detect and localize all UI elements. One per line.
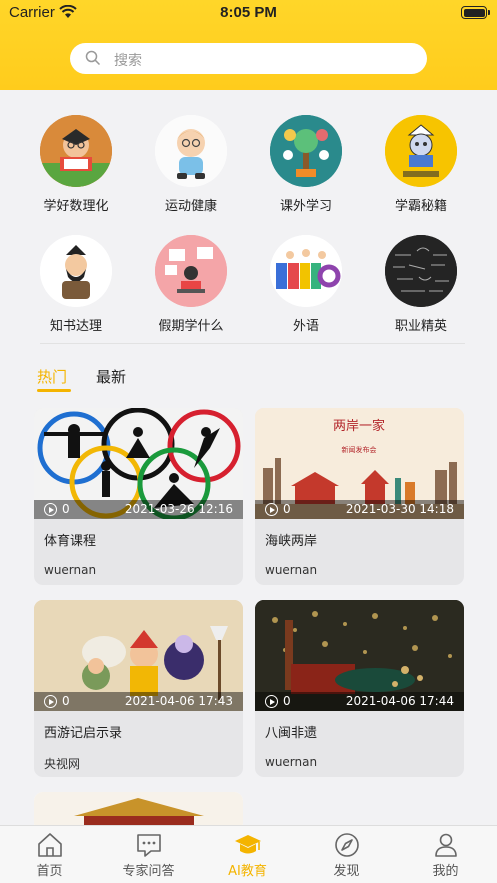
learning-tree-icon xyxy=(270,115,342,187)
search-input[interactable]: 搜索 xyxy=(70,43,427,74)
view-count: 0 xyxy=(62,502,70,516)
clock: 8:05 PM xyxy=(220,4,277,21)
tab-bar: 首页 专家问答 AI教育 发现 我的 xyxy=(0,825,497,883)
tabbar-expert-qa[interactable]: 专家问答 xyxy=(99,826,198,879)
tabbar-label: 首页 xyxy=(36,864,63,879)
tabbar-label: 专家问答 xyxy=(122,864,175,879)
video-title: 海峡两岸 xyxy=(265,534,318,549)
category-language[interactable]: 外语 xyxy=(251,235,361,334)
sage-icon xyxy=(40,235,112,307)
category-label: 职业精英 xyxy=(394,319,447,334)
category-label: 外语 xyxy=(292,319,319,334)
tabbar-label: AI教育 xyxy=(228,864,267,879)
video-author: wuernan xyxy=(265,755,318,769)
laptop-icon xyxy=(155,235,227,307)
view-count: 0 xyxy=(283,502,291,516)
person-icon xyxy=(434,833,457,857)
video-date: 2021-03-30 14:18 xyxy=(345,502,454,516)
video-meta: 0 2021-03-26 12:16 xyxy=(34,500,243,519)
battery-icon xyxy=(461,6,490,19)
video-meta: 0 2021-03-30 14:18 xyxy=(255,500,464,519)
play-icon xyxy=(44,503,57,516)
category-top-student[interactable]: 学霸秘籍 xyxy=(366,115,476,214)
tabbar-discover[interactable]: 发现 xyxy=(297,826,396,879)
video-author: wuernan xyxy=(44,563,97,577)
category-career[interactable]: 职业精英 xyxy=(366,235,476,334)
search-icon xyxy=(85,50,101,66)
video-card[interactable]: 0 2021-04-06 17:44 八闽非遗 wuernan xyxy=(255,600,464,777)
tabbar-mine[interactable]: 我的 xyxy=(396,826,495,879)
reading-boy-icon xyxy=(40,115,112,187)
video-author: 央视网 xyxy=(44,757,81,771)
chat-icon xyxy=(136,834,161,857)
tabbar-home[interactable]: 首页 xyxy=(0,826,99,879)
tab-hot-indicator xyxy=(37,389,71,392)
divider xyxy=(40,343,465,344)
category-label: 学好数理化 xyxy=(43,199,109,214)
category-label: 学霸秘籍 xyxy=(394,199,447,214)
video-date: 2021-03-26 12:16 xyxy=(124,502,233,516)
tabbar-label: 发现 xyxy=(333,864,360,879)
thumb-title: 两岸一家 xyxy=(333,418,385,434)
category-label: 知书达理 xyxy=(49,319,102,334)
view-count: 0 xyxy=(62,694,70,708)
category-holiday[interactable]: 假期学什么 xyxy=(136,235,246,334)
category-label: 课外学习 xyxy=(279,199,332,214)
category-manners[interactable]: 知书达理 xyxy=(21,235,131,334)
video-date: 2021-04-06 17:43 xyxy=(124,694,233,708)
scholar-icon xyxy=(385,115,457,187)
view-count: 0 xyxy=(283,694,291,708)
search-placeholder: 搜索 xyxy=(114,53,142,69)
video-title: 西游记启示录 xyxy=(44,726,123,741)
hello-icon xyxy=(270,235,342,307)
graduation-cap-icon xyxy=(234,835,261,854)
category-label: 假期学什么 xyxy=(158,319,224,334)
video-date: 2021-04-06 17:44 xyxy=(345,694,454,708)
category-extracurricular[interactable]: 课外学习 xyxy=(251,115,361,214)
video-author: wuernan xyxy=(265,563,318,577)
video-title: 体育课程 xyxy=(44,534,97,549)
play-icon xyxy=(44,695,57,708)
tabbar-label: 我的 xyxy=(432,864,459,879)
category-sports[interactable]: 运动健康 xyxy=(136,115,246,214)
child-icon xyxy=(155,115,227,187)
tabbar-ai-education[interactable]: AI教育 xyxy=(198,826,297,879)
compass-icon xyxy=(334,833,359,857)
video-meta: 0 2021-04-06 17:44 xyxy=(255,692,464,711)
video-card[interactable]: 两岸一家 新闻发布会 0 2021-03-30 14:18 海峡两岸 wuern… xyxy=(255,408,464,585)
header: Carrier 8:05 PM 搜索 xyxy=(0,0,497,90)
category-math[interactable]: 学好数理化 xyxy=(21,115,131,214)
home-icon xyxy=(37,833,62,857)
play-icon xyxy=(265,503,278,516)
play-icon xyxy=(265,695,278,708)
status-bar: Carrier 8:05 PM xyxy=(0,0,497,26)
blackboard-icon xyxy=(385,235,457,307)
category-label: 运动健康 xyxy=(164,199,217,214)
video-title: 八闽非遗 xyxy=(265,726,318,741)
video-card[interactable]: 0 2021-03-26 12:16 体育课程 wuernan xyxy=(34,408,243,585)
tab-hot[interactable]: 热门 xyxy=(37,366,67,387)
tab-latest[interactable]: 最新 xyxy=(96,366,126,387)
video-meta: 0 2021-04-06 17:43 xyxy=(34,692,243,711)
video-card[interactable]: 0 2021-04-06 17:43 西游记启示录 央视网 xyxy=(34,600,243,777)
thumb-subtitle: 新闻发布会 xyxy=(342,445,377,454)
